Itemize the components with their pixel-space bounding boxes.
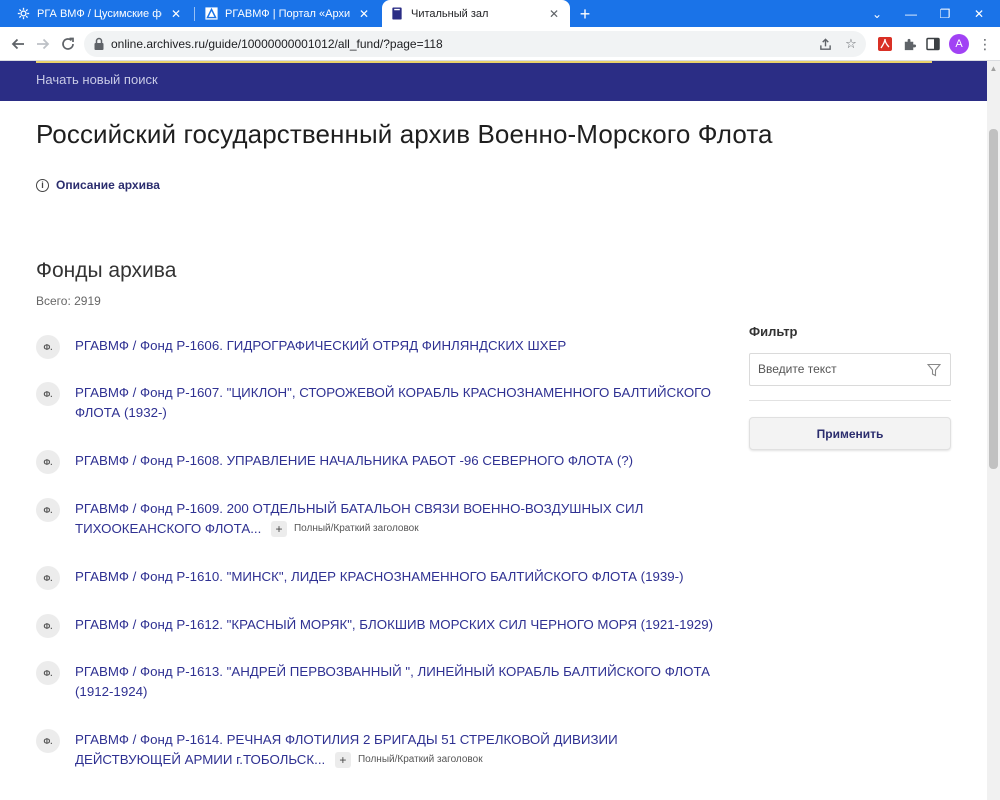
fund-badge: Ф. — [36, 382, 60, 406]
filter-panel: Фильтр Применить — [749, 324, 951, 450]
fund-badge: Ф. — [36, 335, 60, 359]
url-text: online.archives.ru/guide/10000000001012/… — [111, 37, 443, 51]
fund-link[interactable]: РГАВМФ / Фонд Р-1608. УПРАВЛЕНИЕ НАЧАЛЬН… — [75, 451, 720, 471]
new-tab-button[interactable]: + — [574, 3, 596, 25]
scroll-up-arrow-icon[interactable]: ▲ — [987, 61, 1000, 75]
fund-badge: Ф. — [36, 566, 60, 590]
archive-logo-icon — [204, 7, 218, 21]
browser-tab-title: Читальный зал — [411, 7, 489, 20]
header-accent-stripe — [36, 61, 932, 63]
browser-tab-reading-room[interactable]: Читальный зал ✕ — [382, 0, 570, 27]
plus-icon: + — [270, 521, 287, 538]
filter-divider — [749, 400, 951, 401]
info-icon: i — [36, 178, 49, 192]
browser-tab-title: РГАВМФ | Портал «Архивы Рос — [225, 7, 350, 20]
site-header: Начать новый поиск — [0, 61, 987, 101]
tab-separator — [194, 7, 195, 21]
page-scrollbar[interactable]: ▲ — [987, 61, 1000, 800]
new-search-link[interactable]: Начать новый поиск — [36, 72, 158, 87]
browser-tab-title: РГА ВМФ / Цусимские форумы — [37, 7, 162, 20]
window-close-button[interactable]: ✕ — [962, 0, 996, 27]
fund-text-block: РГАВМФ / Фонд Р-1614. РЕЧНАЯ ФЛОТИЛИЯ 2 … — [75, 730, 720, 770]
page-viewport: Начать новый поиск Российский государств… — [0, 61, 987, 800]
browser-tab-forum[interactable]: РГА ВМФ / Цусимские форумы ✕ — [8, 0, 192, 27]
close-icon[interactable]: ✕ — [168, 6, 184, 22]
fund-text-block: РГАВМФ / Фонд Р-1609. 200 ОТДЕЛЬНЫЙ БАТА… — [75, 499, 720, 539]
fund-link[interactable]: РГАВМФ / Фонд Р-1613. "АНДРЕЙ ПЕРВОЗВАНН… — [75, 662, 720, 702]
share-icon[interactable] — [817, 36, 833, 52]
more-menu-icon[interactable]: ⋮ — [975, 34, 995, 54]
filter-label: Фильтр — [749, 324, 798, 339]
forward-arrow-icon — [37, 38, 50, 50]
page-title: Российский государственный архив Военно-… — [36, 119, 773, 149]
fund-link[interactable]: РГАВМФ / Фонд Р-1612. "КРАСНЫЙ МОРЯК", Б… — [75, 615, 720, 635]
address-bar[interactable]: online.archives.ru/guide/10000000001012/… — [84, 31, 866, 57]
forward-button[interactable] — [31, 32, 55, 56]
full-short-title-toggle[interactable]: + Полный/Краткий заголовок — [270, 519, 419, 539]
apply-button[interactable]: Применить — [749, 417, 951, 450]
browser-tab-portal[interactable]: РГАВМФ | Портал «Архивы Рос ✕ — [196, 0, 380, 27]
fund-link[interactable]: РГАВМФ / Фонд Р-1607. "ЦИКЛОН", СТОРОЖЕВ… — [75, 383, 720, 423]
close-icon[interactable]: ✕ — [356, 6, 372, 22]
minimize-button[interactable]: — — [894, 0, 928, 27]
gear-icon — [16, 7, 30, 21]
close-icon[interactable]: ✕ — [546, 6, 562, 22]
fund-link[interactable]: РГАВМФ / Фонд Р-1610. "МИНСК", ЛИДЕР КРА… — [75, 567, 720, 587]
scrollbar-thumb[interactable] — [989, 129, 998, 469]
archive-description-label: Описание архива — [56, 178, 160, 192]
plus-icon: + — [334, 752, 351, 769]
filter-input[interactable] — [758, 362, 918, 376]
book-icon — [390, 7, 404, 21]
side-panel-icon[interactable] — [923, 34, 943, 54]
reload-icon — [62, 37, 74, 50]
fund-badge: Ф. — [36, 450, 60, 474]
back-arrow-icon — [11, 38, 24, 50]
profile-avatar[interactable]: A — [949, 34, 969, 54]
restore-button[interactable]: ❐ — [928, 0, 962, 27]
bookmark-star-icon[interactable]: ☆ — [843, 36, 859, 52]
toggle-label: Полный/Краткий заголовок — [357, 754, 483, 766]
reload-button[interactable] — [56, 32, 80, 56]
full-short-title-toggle[interactable]: + Полный/Краткий заголовок — [334, 750, 483, 770]
funds-heading: Фонды архива — [36, 259, 177, 282]
archive-description-link[interactable]: i Описание архива — [36, 178, 160, 192]
pdf-extension-icon[interactable] — [875, 34, 895, 54]
fund-badge: Ф. — [36, 614, 60, 638]
lock-icon — [94, 37, 104, 50]
funnel-icon — [927, 363, 941, 377]
puzzle-extensions-icon[interactable] — [899, 34, 919, 54]
toggle-label: Полный/Краткий заголовок — [293, 523, 419, 535]
fund-link[interactable]: РГАВМФ / Фонд Р-1606. ГИДРОГРАФИЧЕСКИЙ О… — [75, 336, 720, 356]
fund-badge: Ф. — [36, 661, 60, 685]
fund-badge: Ф. — [36, 729, 60, 753]
filter-input-box — [749, 353, 951, 386]
browser-toolbar: online.archives.ru/guide/10000000001012/… — [0, 27, 1000, 61]
fund-badge: Ф. — [36, 498, 60, 522]
back-button[interactable] — [6, 32, 30, 56]
browser-tab-strip: РГА ВМФ / Цусимские форумы ✕ РГАВМФ | По… — [0, 0, 1000, 27]
tab-search-icon[interactable]: ⌄ — [860, 0, 894, 27]
funds-total-count: Всего: 2919 — [36, 294, 101, 308]
